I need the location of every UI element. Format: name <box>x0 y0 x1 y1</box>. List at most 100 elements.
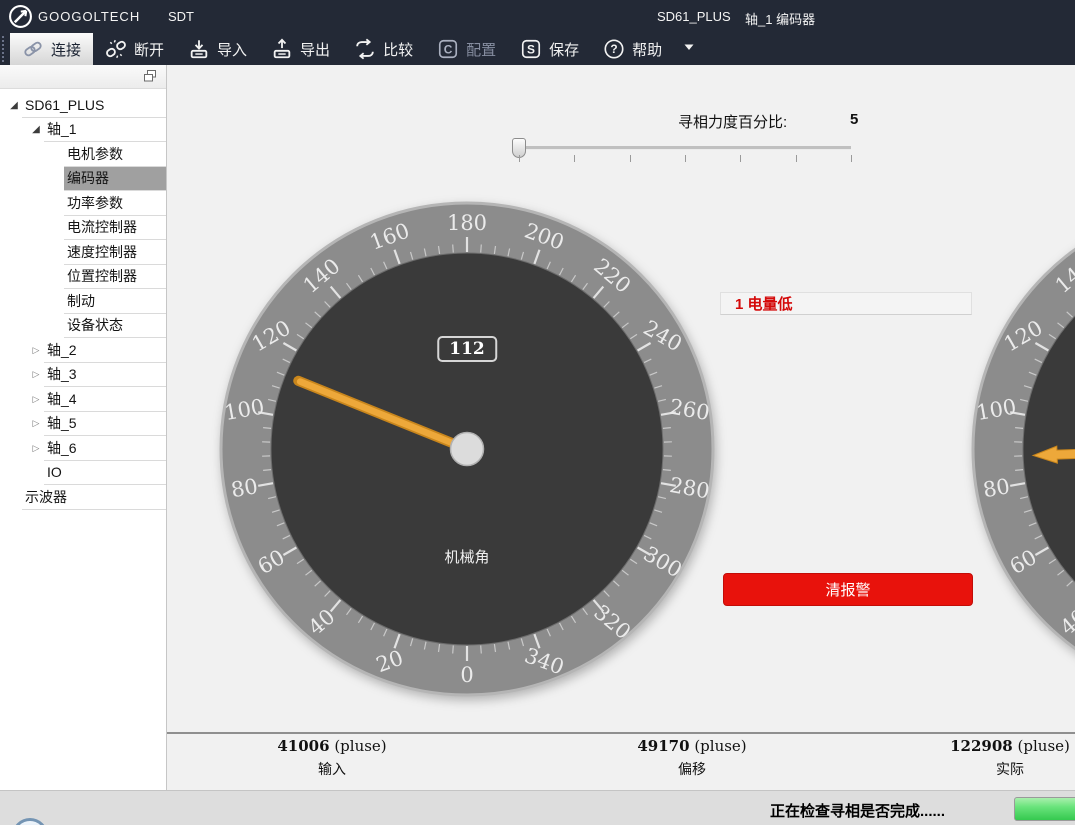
status-circle-icon <box>12 818 48 825</box>
tree-item-轴_2[interactable]: ▷轴_2 <box>0 338 166 363</box>
readout-unit: (pluse) <box>694 737 746 755</box>
slider-tick-marks <box>519 155 852 163</box>
toolbar-grip[interactable] <box>2 36 8 62</box>
export-icon <box>271 38 293 60</box>
tree-item-设备状态[interactable]: 设备状态 <box>0 314 166 339</box>
expand-arrow-icon[interactable]: ◢ <box>6 93 22 118</box>
clear-alarm-button[interactable]: 清报警 <box>723 573 973 606</box>
collapse-arrow-icon[interactable]: ▷ <box>28 412 44 437</box>
page-title: 轴_1 编码器 <box>745 9 815 28</box>
mechanical-angle-gauge-1: 0204060801001201401601802002202402602803… <box>217 199 717 699</box>
slider-tick <box>796 155 797 162</box>
main-content: 寻相力度百分比: 5 1 电量低 清报警 0204060801001201401… <box>167 65 1075 790</box>
tree-item-位置控制器[interactable]: 位置控制器 <box>0 265 166 290</box>
svg-text:80: 80 <box>229 474 259 502</box>
tree-item-label: 速度控制器 <box>67 242 137 262</box>
device-tree: ◢SD61_PLUS◢轴_1电机参数编码器功率参数电流控制器速度控制器位置控制器… <box>0 93 166 510</box>
tree-item-label: 轴_2 <box>47 340 77 360</box>
sidebar: ◢SD61_PLUS◢轴_1电机参数编码器功率参数电流控制器速度控制器位置控制器… <box>0 65 167 790</box>
app-name: SDT <box>168 9 194 24</box>
tree-item-电机参数[interactable]: 电机参数 <box>0 142 166 167</box>
tree-item-功率参数[interactable]: 功率参数 <box>0 191 166 216</box>
collapse-arrow-icon[interactable]: ▷ <box>28 387 44 412</box>
readout-label: 输入 <box>222 759 442 779</box>
toolbar-button-compare[interactable]: 比较 <box>342 33 425 65</box>
statusbar: 正在检查寻相是否完成...... <box>0 790 1075 825</box>
clear-alarm-label: 清报警 <box>825 579 870 600</box>
progress-bar <box>1014 797 1075 821</box>
tree-item-label: 轴_4 <box>47 389 77 409</box>
link-broken-icon <box>105 38 127 60</box>
collapse-arrow-icon[interactable]: ▷ <box>28 363 44 388</box>
tree-item-轴_5[interactable]: ▷轴_5 <box>0 412 166 437</box>
toolbar-button-help[interactable]: ?帮助 <box>591 33 674 65</box>
gauge-dial: 0204060801001201401601802002202402602803… <box>217 199 717 699</box>
readout-0: 41006 (pluse)输入 <box>222 737 442 779</box>
slider-tick <box>685 155 686 162</box>
collapse-arrow-icon[interactable]: ▷ <box>28 436 44 461</box>
import-icon <box>188 38 210 60</box>
slider-tick <box>519 155 520 162</box>
tree-item-label: 制动 <box>67 291 95 311</box>
svg-text:?: ? <box>610 42 617 56</box>
readout-label: 偏移 <box>582 759 802 779</box>
brand-text: GOOGOLTECH <box>38 9 140 24</box>
phase-strength-value: 5 <box>850 111 858 128</box>
tree-item-label: 电机参数 <box>67 144 123 164</box>
tree-item-IO[interactable]: IO <box>0 461 166 486</box>
tree-item-轴_3[interactable]: ▷轴_3 <box>0 363 166 388</box>
readout-unit: (pluse) <box>1018 737 1070 755</box>
toolbar: 连接断开导入导出比较C配置S保存?帮助 <box>0 33 1075 65</box>
toolbar-button-save[interactable]: S保存 <box>508 33 591 65</box>
readout-1: 49170 (pluse)偏移 <box>582 737 802 779</box>
letter-s-icon: S <box>520 38 542 60</box>
alarm-list-item[interactable]: 1 电量低 <box>720 292 972 315</box>
readout-value: 122908 <box>950 737 1013 755</box>
float-window-icon[interactable] <box>143 69 157 83</box>
tree-item-编码器[interactable]: 编码器 <box>0 167 166 192</box>
tree-item-轴_6[interactable]: ▷轴_6 <box>0 436 166 461</box>
phase-strength-label: 寻相力度百分比: <box>678 111 787 132</box>
toolbar-button-disconnect[interactable]: 断开 <box>93 33 176 65</box>
status-message: 正在检查寻相是否完成...... <box>770 800 945 821</box>
readout-unit: (pluse) <box>334 737 386 755</box>
application-window: GOOGOLTECH SDT SD61_PLUS 轴_1 编码器 连接断开导入导… <box>0 0 1075 825</box>
toolbar-button-import[interactable]: 导入 <box>176 33 259 65</box>
tree-item-电流控制器[interactable]: 电流控制器 <box>0 216 166 241</box>
expander-spacer <box>28 461 44 486</box>
readout-2: 122908 (pluse) 实际 <box>900 737 1075 779</box>
sidebar-panel-header <box>0 65 166 89</box>
tree-item-制动[interactable]: 制动 <box>0 289 166 314</box>
mechanical-angle-gauge-2: 0204060801001201401601802002202402602803… <box>969 199 1075 699</box>
toolbar-button-export[interactable]: 导出 <box>259 33 342 65</box>
tree-item-label: 轴_5 <box>47 413 77 433</box>
tree-item-label: IO <box>47 464 62 480</box>
tree-item-label: 轴_6 <box>47 438 77 458</box>
tree-item-示波器[interactable]: 示波器 <box>0 485 166 510</box>
toolbar-button-config[interactable]: C配置 <box>425 33 508 65</box>
svg-text:S: S <box>527 42 535 56</box>
gauge-caption: 机械角 <box>444 546 489 567</box>
tree-item-速度控制器[interactable]: 速度控制器 <box>0 240 166 265</box>
letter-c-icon: C <box>437 38 459 60</box>
gauge-value-box: 112 <box>437 336 497 362</box>
svg-text:80: 80 <box>981 474 1011 502</box>
tree-item-SD61_PLUS[interactable]: ◢SD61_PLUS <box>0 93 166 118</box>
phase-strength-slider-track[interactable] <box>519 146 851 150</box>
help-dropdown-caret[interactable] <box>674 33 704 65</box>
tree-item-label: SD61_PLUS <box>25 97 104 113</box>
tree-item-label: 位置控制器 <box>67 266 137 286</box>
link-icon <box>22 38 44 60</box>
tree-item-轴_1[interactable]: ◢轴_1 <box>0 118 166 143</box>
tree-item-轴_4[interactable]: ▷轴_4 <box>0 387 166 412</box>
caret-down-icon <box>682 40 696 59</box>
compare-icon <box>354 38 376 60</box>
tree-item-label: 编码器 <box>67 168 109 188</box>
collapse-arrow-icon[interactable]: ▷ <box>28 338 44 363</box>
readout-label: 实际 <box>900 759 1075 779</box>
expand-arrow-icon[interactable]: ◢ <box>28 118 44 143</box>
gauge-dial: 0204060801001201401601802002202402602803… <box>969 199 1075 699</box>
slider-tick <box>740 155 741 162</box>
toolbar-button-connect[interactable]: 连接 <box>10 33 93 65</box>
svg-text:0: 0 <box>460 663 473 687</box>
